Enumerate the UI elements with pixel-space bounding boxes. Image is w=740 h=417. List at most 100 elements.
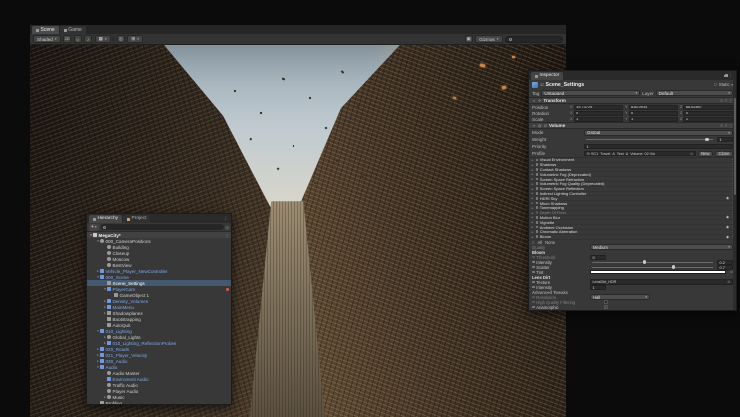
override-checkbox[interactable]	[532, 271, 535, 274]
foldout-arrow-icon[interactable]: ▸	[531, 235, 534, 239]
weight-value-field[interactable]: 1	[717, 137, 733, 142]
axis-value-field[interactable]: 1	[574, 117, 623, 122]
axis-value-field[interactable]: 0	[629, 111, 678, 116]
tab-inspector[interactable]: Inspector	[531, 72, 563, 80]
presets-icon[interactable]: ≡	[720, 123, 722, 128]
override-checkbox[interactable]	[536, 235, 539, 238]
override-checkbox[interactable]	[532, 266, 535, 269]
hierarchy-search-input[interactable]	[101, 224, 224, 230]
override-checkbox[interactable]	[532, 296, 535, 299]
tab-game[interactable]: Game	[60, 26, 86, 34]
foldout-arrow-icon[interactable]: ▸	[531, 163, 534, 167]
threshold-field[interactable]: 0	[590, 255, 606, 260]
override-checkbox[interactable]	[536, 159, 539, 162]
axis-value-field[interactable]: 836.0934	[629, 105, 678, 110]
presets-icon[interactable]: ≡	[720, 98, 722, 103]
override-checkbox[interactable]	[536, 173, 539, 176]
override-checkbox[interactable]	[536, 202, 539, 205]
override-checkbox[interactable]	[536, 206, 539, 209]
eye-icon[interactable]: ◉	[726, 225, 729, 229]
override-checkbox[interactable]	[536, 211, 539, 214]
object-picker-icon[interactable]: ⊙	[727, 280, 730, 284]
eye-icon[interactable]: ◉	[726, 196, 729, 200]
help-icon[interactable]: ?	[725, 123, 727, 128]
kebab-icon[interactable]: ⋮	[729, 73, 734, 79]
override-checkbox[interactable]	[532, 261, 535, 264]
tab-scene[interactable]: Scene	[32, 26, 59, 34]
kebab-icon[interactable]: ⋮	[224, 216, 229, 222]
foldout-arrow-icon[interactable]: ▸	[531, 191, 534, 195]
tab-hierarchy[interactable]: Hierarchy	[89, 215, 122, 223]
create-button[interactable]: + ▾	[89, 224, 99, 231]
eye-icon[interactable]: ◉	[726, 235, 729, 239]
hierarchy-row[interactable]: Profiling	[87, 400, 231, 405]
override-checkbox[interactable]	[536, 182, 539, 185]
foldout-arrow-icon[interactable]: ▸	[531, 225, 534, 229]
override-checkbox[interactable]	[532, 256, 535, 259]
override-checkbox[interactable]	[536, 178, 539, 181]
axis-value-field[interactable]: 19.73729	[574, 105, 623, 110]
foldout-arrow-icon[interactable]: ▸	[531, 168, 534, 172]
override-checkbox[interactable]	[536, 192, 539, 195]
draw-mode-dropdown[interactable]: Shaded ▾	[33, 35, 61, 43]
override-checkbox[interactable]	[536, 197, 539, 200]
transform-component-header[interactable]: ▾ ✛ Transform ≡ ? ⋮	[529, 97, 736, 104]
texture-object-field[interactable]: LensDirt_HDR ⊙	[590, 279, 733, 285]
audio-toggle-icon[interactable]: ♪	[84, 35, 92, 43]
slider-knob[interactable]	[705, 138, 709, 142]
volume-component-header[interactable]: ▾ ◍ ✓ Volume ≡ ? ⋮	[529, 122, 736, 129]
hqf-checkbox[interactable]	[604, 300, 608, 304]
new-button[interactable]: New	[698, 151, 713, 157]
foldout-arrow-icon[interactable]: ▸	[531, 220, 534, 224]
weight-slider[interactable]	[586, 139, 713, 140]
quality-dropdown[interactable]: Medium ▾	[590, 244, 733, 250]
intensity-slider[interactable]	[592, 262, 713, 263]
foldout-arrow-icon[interactable]: ▾	[532, 124, 536, 128]
clone-button[interactable]: Clone	[715, 151, 733, 157]
anamorphic-checkbox[interactable]: ✓	[604, 305, 608, 309]
gameobject-name[interactable]: Scene_Settings	[546, 82, 585, 88]
static-checkbox[interactable]	[714, 83, 718, 87]
effects-dropdown[interactable]: ▦ ▾	[95, 35, 111, 43]
static-control[interactable]: Static ▾	[714, 82, 733, 87]
foldout-arrow-icon[interactable]: ▸	[531, 201, 534, 205]
scatter-slider[interactable]	[592, 267, 713, 268]
override-checkbox[interactable]	[536, 216, 539, 219]
override-checkbox[interactable]	[536, 226, 539, 229]
foldout-arrow-icon[interactable]: ▸	[531, 182, 534, 186]
priority-field[interactable]: 1	[584, 144, 733, 149]
slider-knob[interactable]	[643, 260, 647, 264]
override-checkbox[interactable]	[532, 301, 535, 304]
tab-project[interactable]: Project	[123, 215, 150, 223]
help-icon[interactable]: ?	[725, 98, 727, 103]
override-checkbox[interactable]	[532, 286, 535, 289]
kebab-icon[interactable]: ⋮	[225, 233, 229, 238]
foldout-arrow-icon[interactable]: ▸	[531, 158, 534, 162]
tint-color-swatch[interactable]	[590, 270, 726, 274]
tag-dropdown[interactable]: Untagged ▾	[541, 90, 640, 96]
axis-value-field[interactable]: 0	[574, 111, 623, 116]
axis-value-field[interactable]: 0	[683, 111, 733, 116]
override-checkbox[interactable]	[536, 168, 539, 171]
override-checkbox[interactable]	[536, 187, 539, 190]
layer-dropdown[interactable]: Default ▾	[656, 90, 733, 96]
lighting-toggle-icon[interactable]: ☼	[74, 35, 82, 43]
foldout-arrow-icon[interactable]: ▸	[531, 230, 534, 234]
scene-camera-icon[interactable]: ▣	[465, 35, 473, 43]
override-checkbox[interactable]	[536, 230, 539, 233]
override-checkbox[interactable]	[536, 221, 539, 224]
override-checkbox[interactable]	[532, 281, 535, 284]
axis-value-field[interactable]: 1	[683, 117, 733, 122]
foldout-arrow-icon[interactable]: ▸	[531, 177, 534, 181]
eye-icon[interactable]: ◉	[726, 215, 729, 219]
dirt-intensity-field[interactable]: 1	[590, 285, 606, 290]
axis-value-field[interactable]: 68.62897	[683, 105, 733, 110]
foldout-arrow-icon[interactable]: ▸	[531, 187, 534, 191]
override-checkbox[interactable]	[536, 163, 539, 166]
active-checkbox[interactable]: ✓	[540, 83, 544, 87]
foldout-arrow-icon[interactable]: ▸	[531, 206, 534, 210]
slider-knob[interactable]	[672, 265, 676, 269]
mode-dropdown[interactable]: Global ▾	[584, 130, 733, 136]
foldout-arrow-icon[interactable]: ▸	[531, 172, 534, 176]
foldout-arrow-icon[interactable]: ▾	[532, 99, 536, 103]
